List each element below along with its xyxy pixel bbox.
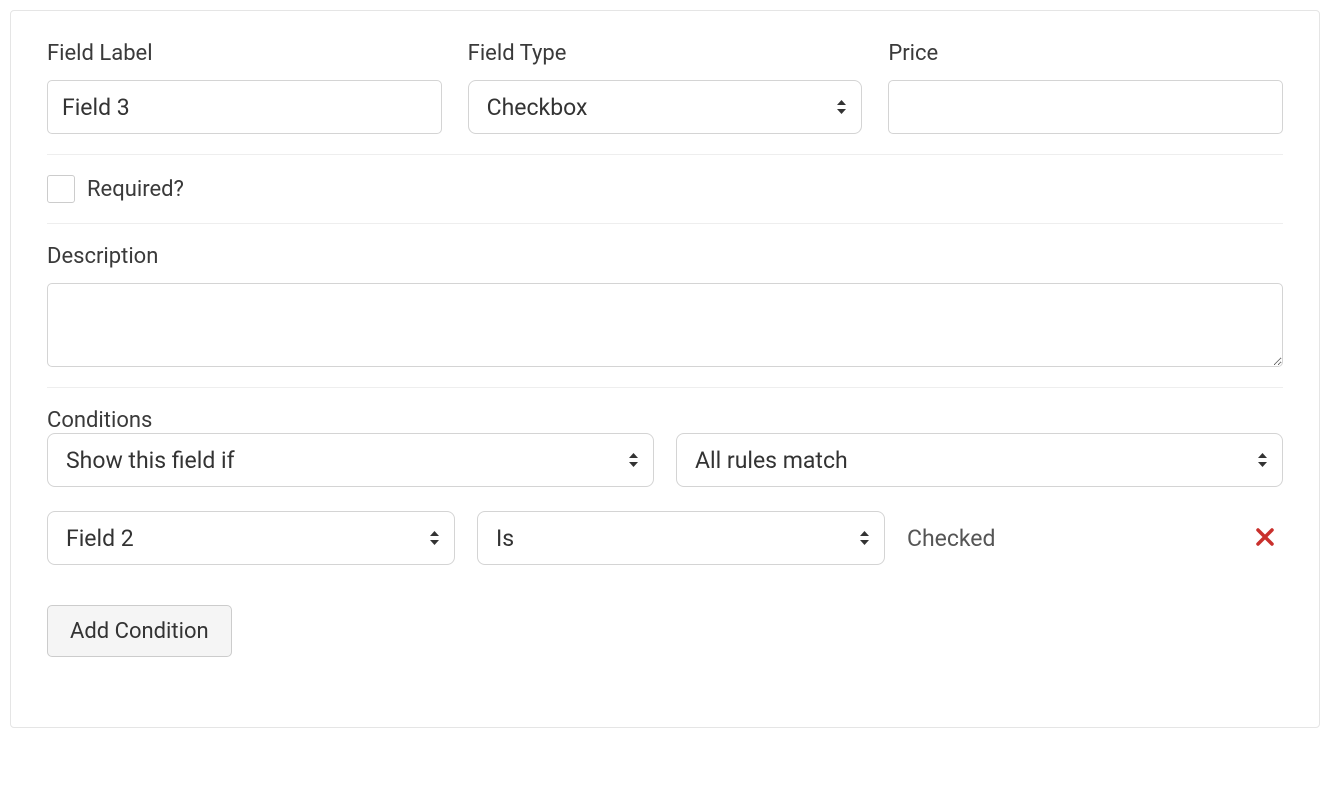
price-input[interactable] [888, 80, 1283, 134]
description-textarea[interactable] [47, 283, 1283, 367]
condition-match-select[interactable]: All rules match [676, 433, 1283, 487]
field-config-panel: Field Label Field Type Checkbox Price [10, 10, 1320, 728]
required-label: Required? [87, 177, 184, 202]
conditions-section: Conditions Show this field if All rules … [47, 408, 1283, 677]
field-label-group: Field Label [47, 41, 442, 134]
field-label-label: Field Label [47, 41, 442, 66]
condition-value-text: Checked [907, 525, 995, 552]
field-label-input[interactable] [47, 80, 442, 134]
description-label: Description [47, 244, 1283, 269]
price-group: Price [888, 41, 1283, 134]
field-type-label: Field Type [468, 41, 863, 66]
conditions-label: Conditions [47, 408, 152, 433]
required-row: Required? [47, 175, 1283, 203]
field-type-select[interactable]: Checkbox [468, 80, 863, 134]
condition-action-select[interactable]: Show this field if [47, 433, 654, 487]
price-label: Price [888, 41, 1283, 66]
required-checkbox[interactable] [47, 175, 75, 203]
condition-rule-row: Field 2 Is Checked [47, 511, 1283, 565]
condition-field-select[interactable]: Field 2 [47, 511, 455, 565]
field-type-group: Field Type Checkbox [468, 41, 863, 134]
close-icon [1255, 527, 1275, 550]
description-group: Description [47, 244, 1283, 367]
add-condition-button[interactable]: Add Condition [47, 605, 232, 657]
condition-operator-select[interactable]: Is [477, 511, 885, 565]
remove-condition-button[interactable] [1251, 523, 1279, 554]
